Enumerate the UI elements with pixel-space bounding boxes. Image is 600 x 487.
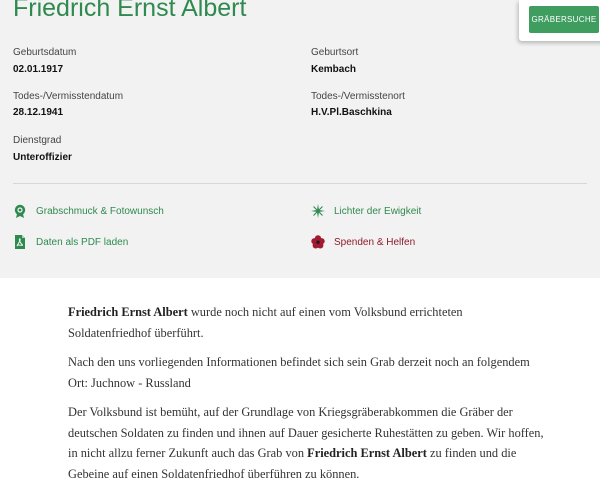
death-date-label: Todes-/Vermisstendatum: [13, 91, 124, 102]
star-light-icon: [311, 204, 325, 218]
birth-date-value: 02.01.1917: [13, 64, 64, 75]
death-place-value: H.V.Pl.Baschkina: [311, 107, 392, 118]
death-date-value: 28.12.1941: [13, 107, 64, 118]
donate-help-label: Spenden & Helfen: [334, 236, 416, 248]
burial-status-paragraph: Friedrich Ernst Albert wurde noch nicht …: [68, 302, 548, 343]
birth-place-label: Geburtsort: [311, 47, 359, 58]
grave-location-paragraph: Nach den uns vorliegenden Informationen …: [68, 352, 548, 393]
person-name-heading: Friedrich Ernst Albert: [13, 0, 247, 22]
pdf-download-label: Daten als PDF laden: [36, 236, 129, 248]
rank-label: Dienstgrad: [13, 135, 62, 146]
pdf-download-link[interactable]: Daten als PDF laden: [13, 235, 128, 249]
eternity-lights-label: Lichter der Ewigkeit: [334, 205, 422, 217]
birth-place-value: Kembach: [311, 64, 357, 75]
birth-date-label: Geburtsdatum: [13, 47, 77, 58]
person-name-inline: Friedrich Ernst Albert: [68, 305, 188, 319]
flower-icon: [311, 235, 325, 249]
person-name-inline-2: Friedrich Ernst Albert: [307, 446, 427, 460]
grave-search-button[interactable]: GRÄBERSUCHE: [529, 6, 599, 33]
grave-decoration-label: Grabschmuck & Fotowunsch: [36, 205, 164, 217]
donate-help-link[interactable]: Spenden & Helfen: [311, 235, 415, 249]
eternity-lights-link[interactable]: Lichter der Ewigkeit: [311, 204, 421, 218]
rosette-icon: [13, 204, 27, 218]
volksbund-mission-paragraph: Der Volksbund ist bemüht, auf der Grundl…: [68, 402, 548, 484]
death-place-label: Todes-/Vermisstenort: [311, 91, 405, 102]
grave-location-text: Nach den uns vorliegenden Informationen …: [68, 355, 530, 390]
pdf-file-icon: [13, 235, 27, 249]
grave-decoration-link[interactable]: Grabschmuck & Fotowunsch: [13, 204, 164, 218]
rank-value: Unteroffizier: [13, 152, 72, 163]
section-divider: [13, 183, 587, 184]
